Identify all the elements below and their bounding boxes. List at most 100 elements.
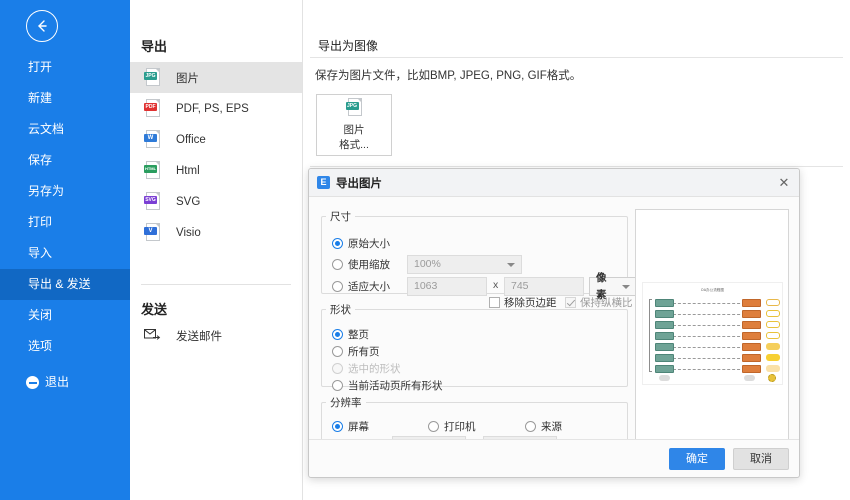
- unit-select[interactable]: 像素: [589, 272, 637, 301]
- image-format-card[interactable]: JPG 图片 格式...: [316, 94, 392, 156]
- format-item-pdf[interactable]: PDF PDF, PS, EPS: [130, 93, 302, 124]
- preview-connector: [673, 357, 745, 359]
- preview-badge: [766, 310, 780, 317]
- main-separator-2: [310, 166, 843, 167]
- radio-use-scale[interactable]: 使用缩放: [332, 257, 390, 272]
- preview-connector: [673, 368, 745, 370]
- ok-button[interactable]: 确定: [669, 448, 725, 470]
- preview-badge: [766, 343, 780, 350]
- jpg-card-icon: JPG: [345, 98, 363, 118]
- radio-label: 整页: [348, 329, 369, 341]
- close-icon[interactable]: ✕: [775, 174, 793, 192]
- radio-active-page-shapes[interactable]: 当前活动页所有形状: [332, 378, 443, 393]
- radio-indicator[interactable]: [332, 380, 343, 391]
- resolution-group-legend: 分辨率: [330, 397, 362, 409]
- radio-indicator[interactable]: [332, 238, 343, 249]
- preview-badge: [766, 365, 780, 372]
- preview-connector: [673, 335, 745, 337]
- preview-left-box: [655, 310, 674, 318]
- export-format-list: JPG 图片 PDF PDF, PS, EPS W Office HTML Ht…: [130, 62, 302, 248]
- radio-label: 屏幕: [348, 421, 369, 433]
- sidebar-item-print[interactable]: 打印: [0, 207, 130, 238]
- preview-gear-icon: [768, 374, 776, 382]
- cancel-button[interactable]: 取消: [733, 448, 789, 470]
- preview-connector: [673, 324, 745, 326]
- height-input[interactable]: 745: [504, 277, 584, 296]
- back-button[interactable]: [26, 10, 58, 42]
- size-group-legend: 尺寸: [330, 211, 351, 223]
- preview-connector: [673, 302, 745, 304]
- radio-indicator[interactable]: [332, 329, 343, 340]
- sidebar-item-options[interactable]: 选项: [0, 331, 130, 362]
- application-window: 亿图图示 亿图图示 ▾: [0, 0, 850, 500]
- dialog-body: 尺寸 原始大小 使用缩放 100% 适应大小 1063 x 745 像素 移除页…: [309, 197, 799, 455]
- preview-left-box: [655, 365, 674, 373]
- radio-label: 所有页: [348, 346, 380, 358]
- preview-badge: [766, 321, 780, 328]
- back-arrow-icon: [34, 18, 50, 34]
- radio-label: 来源: [541, 421, 562, 433]
- preview-right-box: [742, 354, 761, 362]
- radio-indicator[interactable]: [428, 421, 439, 432]
- preview-connector: [673, 313, 745, 315]
- radio-whole-page[interactable]: 整页: [332, 327, 369, 342]
- format-item-svg[interactable]: SVG SVG: [130, 186, 302, 217]
- preview-left-box: [655, 343, 674, 351]
- radio-indicator[interactable]: [332, 346, 343, 357]
- radio-indicator[interactable]: [332, 259, 343, 270]
- radio-label: 当前活动页所有形状: [348, 380, 443, 392]
- send-mail-label: 发送邮件: [176, 331, 222, 343]
- export-panel-title: 导出: [141, 39, 168, 54]
- svg-file-icon: SVG: [144, 191, 161, 212]
- sidebar-item-save[interactable]: 保存: [0, 145, 130, 176]
- radio-indicator[interactable]: [332, 281, 343, 292]
- radio-screen[interactable]: 屏幕: [332, 419, 369, 434]
- dialog-header: E 导出图片 ✕: [309, 169, 799, 197]
- sidebar-item-close[interactable]: 关闭: [0, 300, 130, 331]
- format-label: 图片: [176, 72, 199, 85]
- preview-start-cloud: [659, 375, 670, 381]
- format-item-visio[interactable]: V Visio: [130, 217, 302, 248]
- preview-left-box: [655, 299, 674, 307]
- sidebar-item-open[interactable]: 打开: [0, 52, 130, 83]
- preview-badge: [766, 332, 780, 339]
- sidebar-item-exit[interactable]: 退出: [0, 367, 130, 398]
- sidebar-item-save-as[interactable]: 另存为: [0, 176, 130, 207]
- radio-fit-size[interactable]: 适应大小: [332, 279, 390, 294]
- format-item-html[interactable]: HTML Html: [130, 155, 302, 186]
- scale-value: 100%: [414, 258, 441, 270]
- sidebar-menu: 打开 新建 云文档 保存 另存为 打印 导入 导出 & 发送 关闭 选项 退出: [0, 52, 130, 398]
- send-mail-item[interactable]: 发送邮件: [144, 328, 222, 344]
- radio-printer[interactable]: 打印机: [428, 419, 476, 434]
- exit-minus-icon: [26, 376, 39, 389]
- sidebar-item-import[interactable]: 导入: [0, 238, 130, 269]
- export-panel: 导出 JPG 图片 PDF PDF, PS, EPS W Office HTML…: [130, 0, 303, 500]
- format-item-image[interactable]: JPG 图片: [130, 62, 302, 93]
- card-line-1: 图片: [343, 124, 365, 136]
- radio-all-pages[interactable]: 所有页: [332, 344, 380, 359]
- sidebar-item-export-send[interactable]: 导出 & 发送: [0, 269, 130, 300]
- send-section-title: 发送: [141, 302, 168, 317]
- scale-select[interactable]: 100%: [407, 255, 522, 274]
- sidebar-item-new[interactable]: 新建: [0, 83, 130, 114]
- radio-source[interactable]: 来源: [525, 419, 562, 434]
- preview-pane: OA办公流程图: [635, 209, 789, 447]
- radio-indicator[interactable]: [332, 421, 343, 432]
- preview-diagram: OA办公流程图: [642, 282, 783, 385]
- sidebar-item-cloud-doc[interactable]: 云文档: [0, 114, 130, 145]
- width-input[interactable]: 1063: [407, 277, 487, 296]
- chevron-down-icon: [622, 284, 630, 289]
- radio-original-size[interactable]: 原始大小: [332, 236, 390, 251]
- radio-label: 使用缩放: [348, 259, 390, 271]
- size-x-separator: x: [493, 279, 499, 291]
- export-image-icon: E: [317, 176, 330, 189]
- preview-rail: [649, 299, 652, 372]
- html-file-icon: HTML: [144, 160, 161, 181]
- format-item-office[interactable]: W Office: [130, 124, 302, 155]
- card-line-2: 格式...: [339, 139, 369, 151]
- jpg-file-icon: JPG: [144, 67, 161, 88]
- radio-selected-shapes: 选中的形状: [332, 361, 401, 376]
- dialog-footer: 确定 取消: [309, 439, 799, 477]
- preview-right-box: [742, 365, 761, 373]
- radio-indicator[interactable]: [525, 421, 536, 432]
